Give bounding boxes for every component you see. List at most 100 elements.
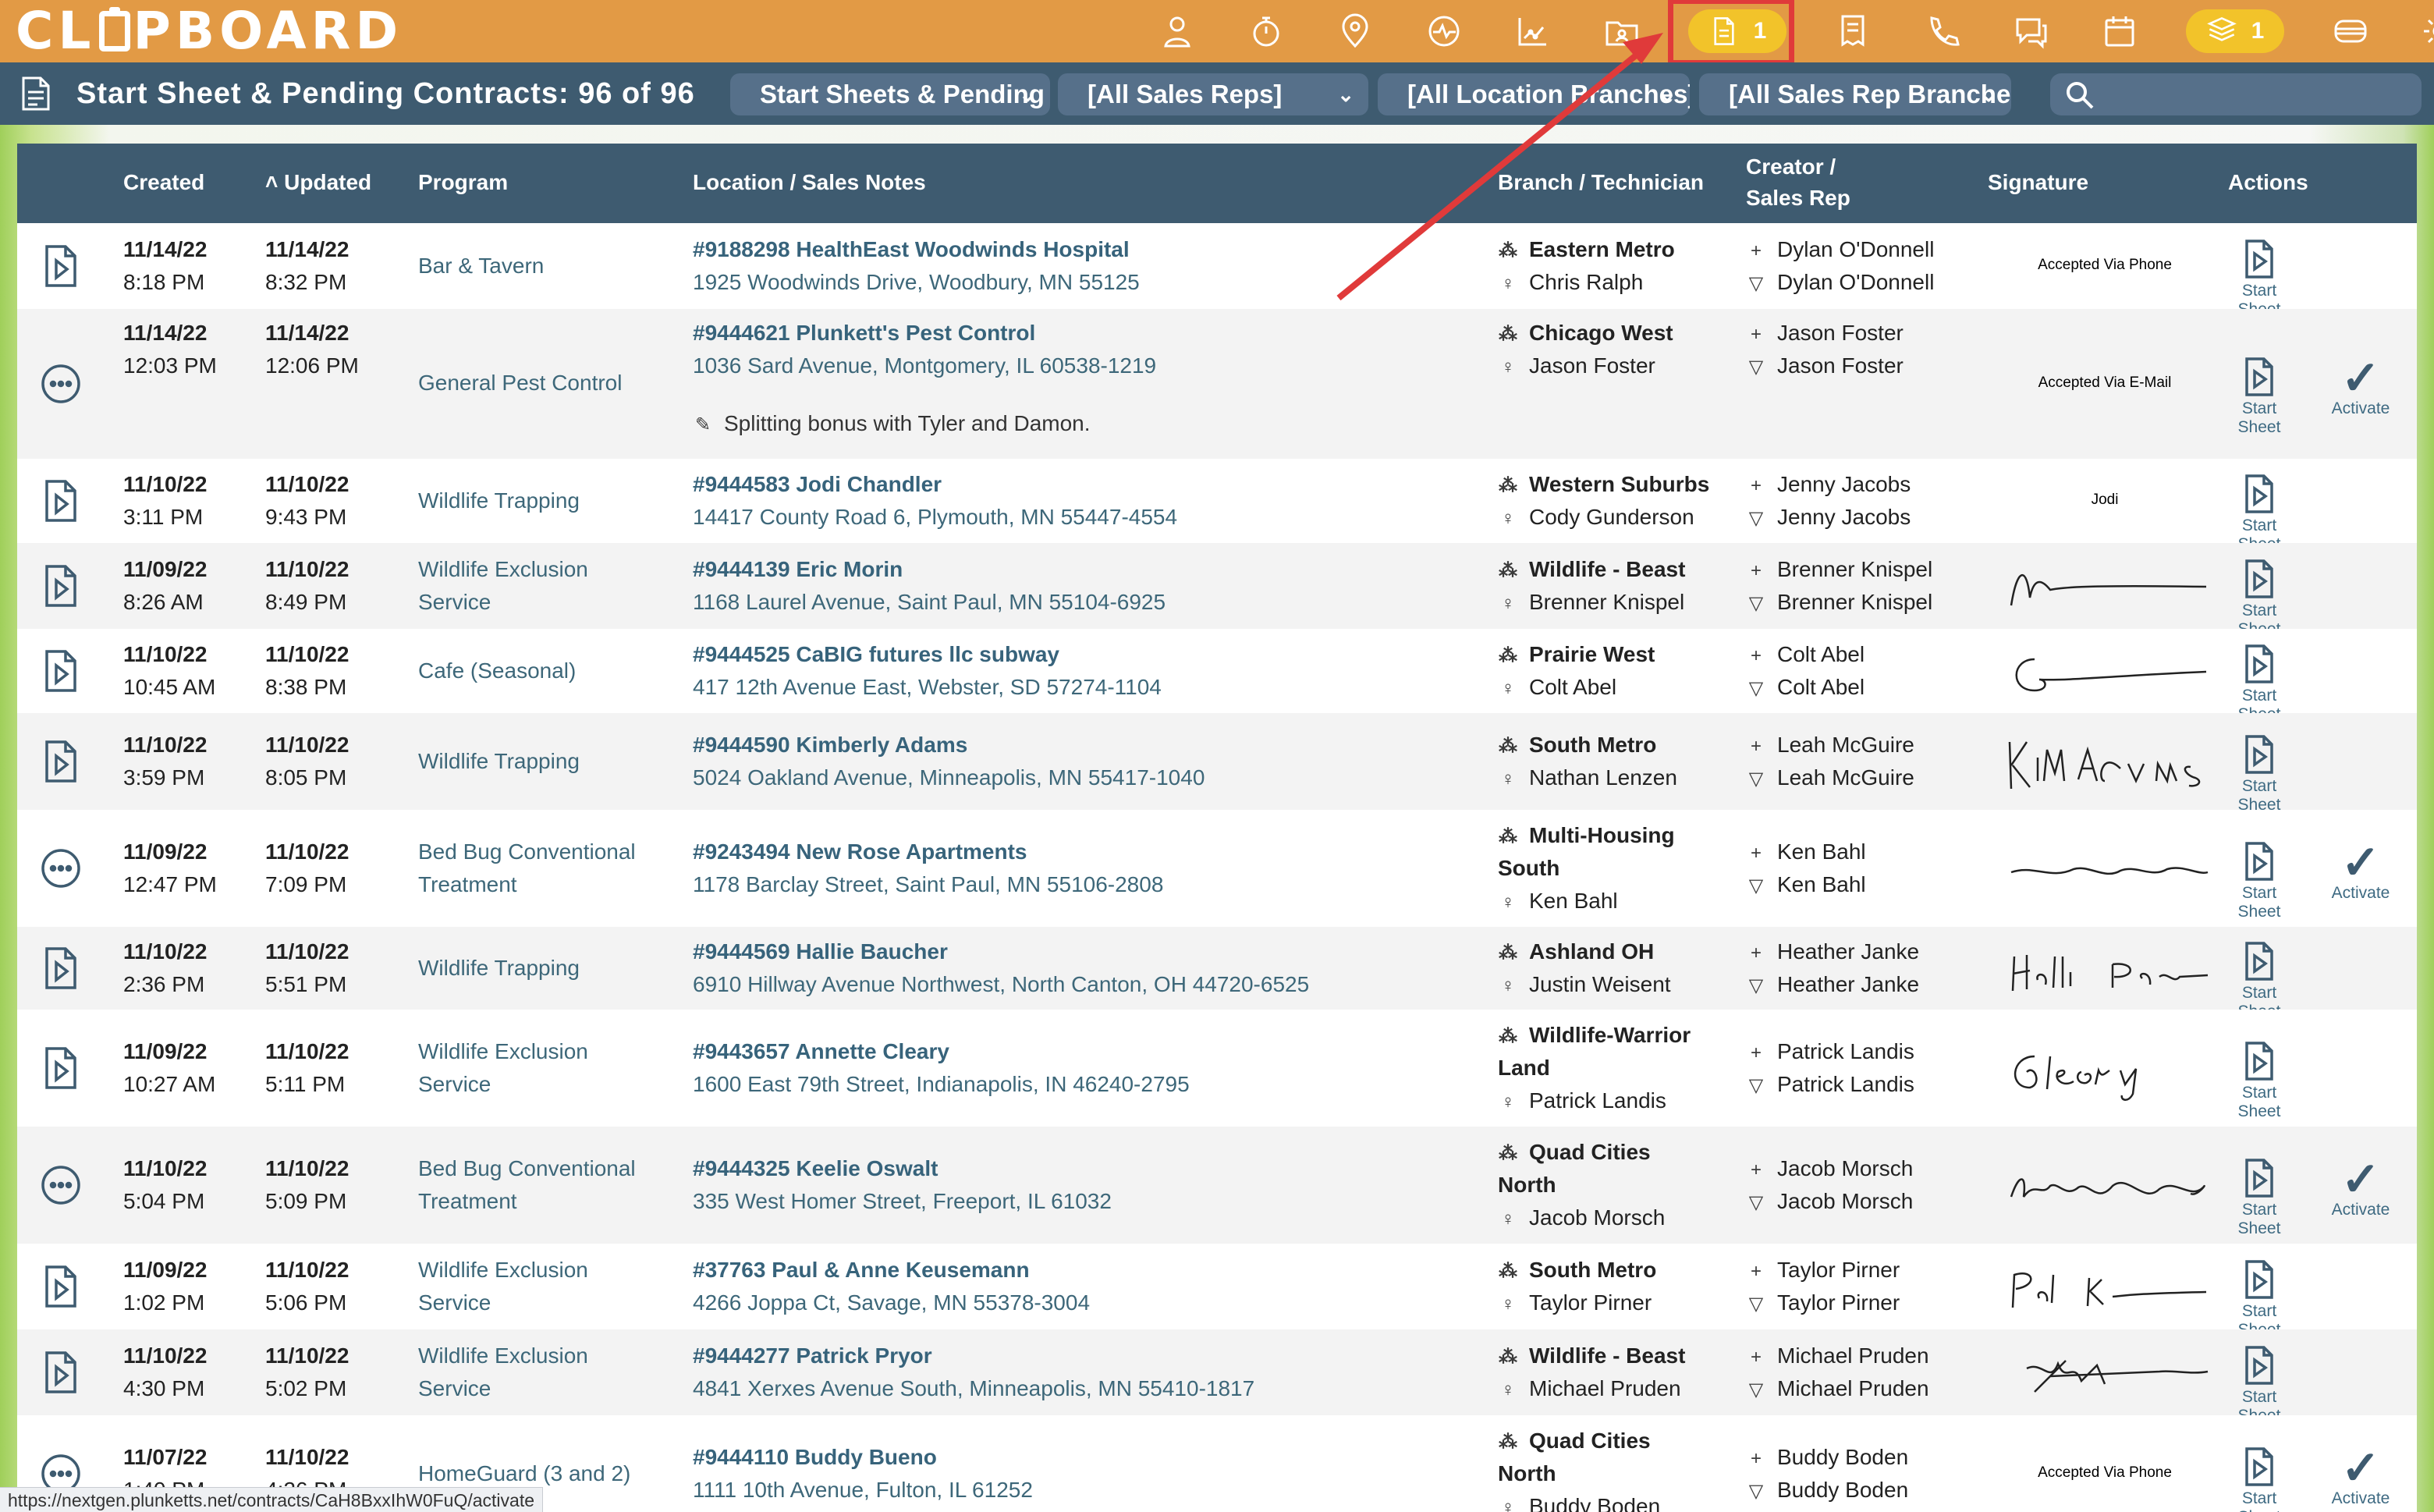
card-nav-button[interactable] bbox=[2328, 9, 2373, 54]
phone-nav-button[interactable] bbox=[1919, 9, 1964, 54]
person-icon bbox=[1164, 16, 1190, 48]
calendar-nav-button[interactable] bbox=[2097, 9, 2142, 54]
location-link[interactable]: #9444583 Jodi Chandler bbox=[693, 468, 942, 501]
activate-button[interactable]: ✓ Activate bbox=[2322, 1156, 2400, 1219]
activity-nav-button[interactable] bbox=[1421, 9, 1467, 54]
tasks-nav-button[interactable]: 1 bbox=[2186, 9, 2284, 53]
table-row[interactable]: 11/09/22 1:02 PM 11/10/22 5:06 PM Wildlife E… bbox=[17, 1244, 2417, 1339]
start-sheet-button[interactable]: Start Sheet bbox=[2220, 1159, 2298, 1238]
stopwatch-nav-button[interactable] bbox=[1244, 9, 1289, 54]
branch-label: Wildlife - Beast bbox=[1529, 557, 1686, 581]
activate-button[interactable]: ✓ Activate bbox=[2322, 355, 2400, 418]
start-sheet-button[interactable]: Start Sheet bbox=[2220, 559, 2298, 639]
clipboard-logo[interactable]: CL PBOARD bbox=[16, 3, 403, 59]
location-link[interactable]: #37763 Paul & Anne Keusemann bbox=[693, 1254, 1030, 1287]
col-branch[interactable]: Branch / Technician bbox=[1498, 167, 1704, 198]
table-row[interactable]: 11/09/22 12:47 PM 11/10/22 7:09 PM Bed Bug C… bbox=[17, 810, 2417, 927]
table-row[interactable]: 11/10/22 4:30 PM 11/10/22 5:02 PM Wildlife E… bbox=[17, 1329, 2417, 1425]
created-time: 3:59 PM bbox=[123, 765, 205, 790]
technician-icon: ♀ bbox=[1501, 892, 1515, 913]
start-sheet-button[interactable]: Start Sheet bbox=[2220, 1447, 2298, 1512]
start-sheet-button[interactable]: Start Sheet bbox=[2220, 735, 2298, 815]
created-date: 11/09/22 bbox=[123, 1258, 208, 1282]
chat-nav-button[interactable] bbox=[2008, 9, 2053, 54]
updated-time: 12:06 PM bbox=[265, 353, 359, 378]
receipt-nav-button[interactable] bbox=[1830, 9, 1875, 54]
chart-nav-button[interactable] bbox=[1510, 9, 1556, 54]
filter-location-branch-select[interactable]: [All Location Branches] ⌄ bbox=[1378, 73, 1690, 115]
location-pin-nav-button[interactable] bbox=[1332, 9, 1378, 54]
location-link[interactable]: #9444139 Eric Morin bbox=[693, 553, 903, 586]
location-link[interactable]: #9243494 New Rose Apartments bbox=[693, 836, 1027, 868]
location-link[interactable]: #9444110 Buddy Bueno bbox=[693, 1441, 937, 1474]
location-link[interactable]: #9443657 Annette Cleary bbox=[693, 1035, 949, 1068]
program-name: Wildlife Trapping bbox=[418, 749, 580, 773]
filter-sales-rep-branch-select[interactable]: [All Sales Rep Branches] ⌄ bbox=[1699, 73, 2011, 115]
table-row[interactable]: 11/10/22 3:11 PM 11/10/22 9:43 PM Wildlife T… bbox=[17, 459, 2417, 553]
created-date: 11/10/22 bbox=[123, 733, 208, 757]
signature-stroke bbox=[2010, 867, 2209, 875]
creator-name: + Jacob Morsch bbox=[1746, 1152, 1913, 1187]
location-link[interactable]: #9444621 Plunkett's Pest Control bbox=[693, 317, 1035, 350]
updated-date: 11/10/22 bbox=[265, 939, 349, 964]
start-sheet-label: Start Sheet bbox=[2237, 777, 2281, 814]
location-link[interactable]: #9444325 Keelie Oswalt bbox=[693, 1152, 938, 1185]
card-icon bbox=[2334, 20, 2367, 43]
table-row[interactable]: 11/14/22 8:18 PM 11/14/22 8:32 PM Bar & Tave… bbox=[17, 223, 2417, 318]
table-row[interactable]: 11/10/22 10:45 AM 11/10/22 8:38 PM Cafe (Sea… bbox=[17, 629, 2417, 723]
creator-label: Jason Foster bbox=[1777, 321, 1904, 345]
branch-name: ⁂ Quad Cities bbox=[1498, 1425, 1651, 1459]
folder-person-nav-button[interactable] bbox=[1599, 9, 1645, 54]
start-sheet-button[interactable]: Start Sheet bbox=[2220, 1346, 2298, 1425]
location-address: 4841 Xerxes Avenue South, Minneapolis, M… bbox=[693, 1376, 1255, 1400]
col-program[interactable]: Program bbox=[418, 167, 508, 198]
signature-image bbox=[2011, 955, 2209, 992]
filter-sales-reps-select[interactable]: [All Sales Reps] ⌄ bbox=[1058, 73, 1368, 115]
table-row[interactable]: 11/10/22 3:59 PM 11/10/22 8:05 PM Wildlife T… bbox=[17, 713, 2417, 814]
table-row[interactable]: 11/14/22 12:03 PM 11/14/22 12:06 PM General … bbox=[17, 309, 2417, 459]
col-created[interactable]: Created bbox=[123, 167, 204, 198]
page-toolbar: Start Sheet & Pending Contracts: 96 of 9… bbox=[0, 62, 2434, 125]
location-link[interactable]: #9188298 HealthEast Woodwinds Hospital bbox=[693, 233, 1130, 266]
signature-stroke bbox=[2010, 1178, 2205, 1198]
top-nav-icons: 11 bbox=[1155, 0, 2434, 62]
filter-type-select[interactable]: Start Sheets & Pending Contracts⌄ bbox=[730, 73, 1050, 115]
settings-nav-button[interactable] bbox=[2417, 9, 2434, 54]
start-sheet-button[interactable]: Start Sheet bbox=[2220, 644, 2298, 724]
location-link[interactable]: #9444525 CaBIG futures llc subway bbox=[693, 638, 1059, 671]
location-link[interactable]: #9444590 Kimberly Adams bbox=[693, 729, 967, 761]
sales-rep-name: ▽ Jacob Morsch bbox=[1746, 1185, 1914, 1219]
search-input[interactable] bbox=[2050, 73, 2422, 115]
location-address: 5024 Oakland Avenue, Minneapolis, MN 554… bbox=[693, 765, 1205, 790]
activate-button[interactable]: ✓ Activate bbox=[2322, 1445, 2400, 1508]
start-sheet-button[interactable]: Start Sheet bbox=[2220, 1042, 2298, 1121]
table-row[interactable]: 11/10/22 5:04 PM 11/10/22 5:09 PM Bed Bug Co… bbox=[17, 1127, 2417, 1244]
plus-icon: + bbox=[1750, 645, 1762, 666]
table-row[interactable]: 11/09/22 10:27 AM 11/10/22 5:11 PM Wildlife … bbox=[17, 1010, 2417, 1127]
technician-icon: ♀ bbox=[1501, 1497, 1515, 1512]
table-header: Created ˄ Updated Program Location / Sal… bbox=[17, 144, 2417, 223]
updated-time: 5:09 PM bbox=[265, 1189, 347, 1213]
start-sheet-status-icon bbox=[41, 243, 81, 289]
table-row[interactable]: 11/09/22 8:26 AM 11/10/22 8:49 PM Wildlife E… bbox=[17, 543, 2417, 638]
col-updated[interactable]: ˄ Updated bbox=[265, 167, 371, 198]
col-creator-line1[interactable]: Creator / bbox=[1746, 151, 1836, 183]
location-link[interactable]: #9444277 Patrick Pryor bbox=[693, 1340, 932, 1372]
start-sheet-button[interactable]: Start Sheet bbox=[2220, 240, 2298, 319]
start-sheet-button[interactable]: Start Sheet bbox=[2220, 357, 2298, 437]
start-sheet-button[interactable]: Start Sheet bbox=[2220, 1260, 2298, 1340]
col-location[interactable]: Location / Sales Notes bbox=[693, 167, 926, 198]
creator-name: + Heather Janke bbox=[1746, 935, 1919, 970]
chevron-down-icon: ⌄ bbox=[1980, 83, 1997, 106]
start-sheet-button[interactable]: Start Sheet bbox=[2220, 474, 2298, 554]
sales-note-text: Splitting bonus with Tyler and Damon. bbox=[724, 411, 1091, 435]
person-nav-button[interactable] bbox=[1155, 9, 1200, 54]
activate-button[interactable]: ✓ Activate bbox=[2322, 839, 2400, 903]
start-sheet-button[interactable]: Start Sheet bbox=[2220, 842, 2298, 921]
location-link[interactable]: #9444569 Hallie Baucher bbox=[693, 935, 948, 968]
plus-icon: + bbox=[1750, 475, 1762, 496]
table-row[interactable]: 11/10/22 2:36 PM 11/10/22 5:51 PM Wildlife T… bbox=[17, 927, 2417, 1020]
signature-image bbox=[2015, 658, 2207, 692]
updated-time: 5:11 PM bbox=[265, 1072, 346, 1096]
col-creator-line2[interactable]: Sales Rep bbox=[1746, 183, 1850, 214]
